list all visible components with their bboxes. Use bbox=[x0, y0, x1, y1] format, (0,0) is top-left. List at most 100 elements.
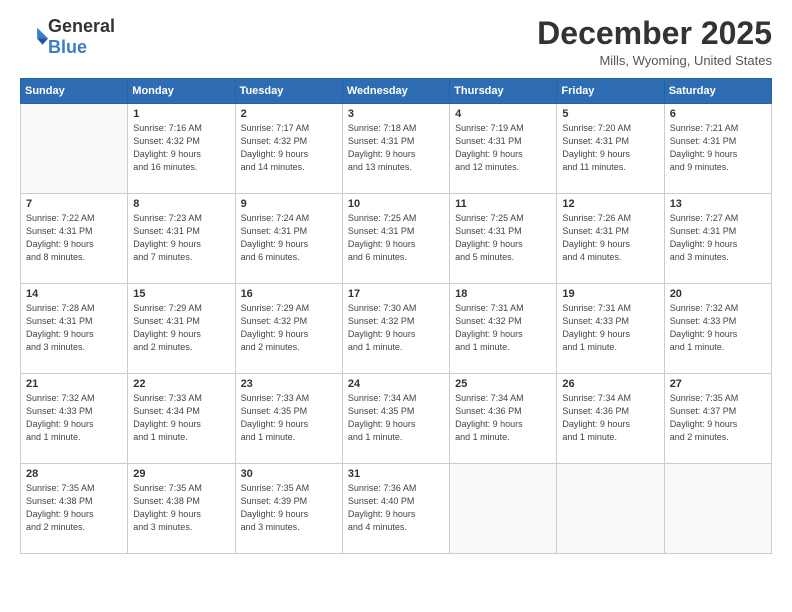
day-info: Sunrise: 7:16 AM Sunset: 4:32 PM Dayligh… bbox=[133, 122, 229, 174]
calendar-cell: 4 Sunrise: 7:19 AM Sunset: 4:31 PM Daylig… bbox=[450, 104, 557, 194]
calendar-cell: 22Sunrise: 7:33 AM Sunset: 4:34 PM Dayli… bbox=[128, 374, 235, 464]
calendar-cell: 25Sunrise: 7:34 AM Sunset: 4:36 PM Dayli… bbox=[450, 374, 557, 464]
calendar-cell: 20Sunrise: 7:32 AM Sunset: 4:33 PM Dayli… bbox=[664, 284, 771, 374]
calendar-cell: 26 Sunrise: 7:34 AM Sunset: 4:36 PM Dayli… bbox=[557, 374, 664, 464]
day-number: 2 bbox=[241, 108, 337, 120]
calendar-cell bbox=[664, 464, 771, 554]
calendar-cell: 27Sunrise: 7:35 AM Sunset: 4:37 PM Dayli… bbox=[664, 374, 771, 464]
header-friday: Friday bbox=[557, 79, 664, 104]
day-number: 25 bbox=[455, 378, 551, 390]
day-number: 4 bbox=[455, 108, 551, 120]
day-number: 30 bbox=[241, 468, 337, 480]
day-number: 20 bbox=[670, 288, 766, 300]
calendar-cell: 30 Sunrise: 7:35 AM Sunset: 4:39 PM Dayli… bbox=[235, 464, 342, 554]
calendar-cell: 18Sunrise: 7:31 AM Sunset: 4:32 PM Dayli… bbox=[450, 284, 557, 374]
day-info: Sunrise: 7:25 AM Sunset: 4:31 PM Dayligh… bbox=[455, 212, 551, 264]
calendar-cell: 21 Sunrise: 7:32 AM Sunset: 4:33 PM Dayli… bbox=[21, 374, 128, 464]
calendar-cell: 31 Sunrise: 7:36 AM Sunset: 4:40 PM Dayli… bbox=[342, 464, 449, 554]
day-info: Sunrise: 7:23 AM Sunset: 4:31 PM Dayligh… bbox=[133, 212, 229, 264]
day-number: 26 bbox=[562, 378, 658, 390]
day-info: Sunrise: 7:31 AM Sunset: 4:33 PM Dayligh… bbox=[562, 302, 658, 354]
logo-icon bbox=[20, 23, 48, 51]
day-number: 12 bbox=[562, 198, 658, 210]
calendar-cell: 2 Sunrise: 7:17 AM Sunset: 4:32 PM Daylig… bbox=[235, 104, 342, 194]
day-info: Sunrise: 7:28 AM Sunset: 4:31 PM Dayligh… bbox=[26, 302, 122, 354]
day-info: Sunrise: 7:34 AM Sunset: 4:35 PM Dayligh… bbox=[348, 392, 444, 444]
header-sunday: Sunday bbox=[21, 79, 128, 104]
weekday-header-row: Sunday Monday Tuesday Wednesday Thursday… bbox=[21, 79, 772, 104]
day-info: Sunrise: 7:27 AM Sunset: 4:31 PM Dayligh… bbox=[670, 212, 766, 264]
day-info: Sunrise: 7:29 AM Sunset: 4:32 PM Dayligh… bbox=[241, 302, 337, 354]
calendar-cell bbox=[21, 104, 128, 194]
calendar-cell bbox=[450, 464, 557, 554]
calendar-cell: 1 Sunrise: 7:16 AM Sunset: 4:32 PM Daylig… bbox=[128, 104, 235, 194]
day-number: 21 bbox=[26, 378, 122, 390]
day-info: Sunrise: 7:21 AM Sunset: 4:31 PM Dayligh… bbox=[670, 122, 766, 174]
day-info: Sunrise: 7:32 AM Sunset: 4:33 PM Dayligh… bbox=[26, 392, 122, 444]
calendar-cell: 28Sunrise: 7:35 AM Sunset: 4:38 PM Dayli… bbox=[21, 464, 128, 554]
day-number: 3 bbox=[348, 108, 444, 120]
day-number: 1 bbox=[133, 108, 229, 120]
calendar-cell: 15Sunrise: 7:29 AM Sunset: 4:31 PM Dayli… bbox=[128, 284, 235, 374]
day-info: Sunrise: 7:34 AM Sunset: 4:36 PM Dayligh… bbox=[562, 392, 658, 444]
day-number: 11 bbox=[455, 198, 551, 210]
calendar-cell: 16Sunrise: 7:29 AM Sunset: 4:32 PM Dayli… bbox=[235, 284, 342, 374]
day-info: Sunrise: 7:36 AM Sunset: 4:40 PM Dayligh… bbox=[348, 482, 444, 534]
day-info: Sunrise: 7:19 AM Sunset: 4:31 PM Dayligh… bbox=[455, 122, 551, 174]
header-wednesday: Wednesday bbox=[342, 79, 449, 104]
calendar-cell: 24 Sunrise: 7:34 AM Sunset: 4:35 PM Dayli… bbox=[342, 374, 449, 464]
day-info: Sunrise: 7:30 AM Sunset: 4:32 PM Dayligh… bbox=[348, 302, 444, 354]
day-number: 13 bbox=[670, 198, 766, 210]
calendar-cell: 7 Sunrise: 7:22 AM Sunset: 4:31 PM Daylig… bbox=[21, 194, 128, 284]
day-number: 6 bbox=[670, 108, 766, 120]
header-thursday: Thursday bbox=[450, 79, 557, 104]
header-monday: Monday bbox=[128, 79, 235, 104]
calendar-week-4: 21 Sunrise: 7:32 AM Sunset: 4:33 PM Dayli… bbox=[21, 374, 772, 464]
location: Mills, Wyoming, United States bbox=[537, 53, 772, 68]
day-info: Sunrise: 7:18 AM Sunset: 4:31 PM Dayligh… bbox=[348, 122, 444, 174]
month-title: December 2025 bbox=[537, 16, 772, 51]
calendar-cell: 8 Sunrise: 7:23 AM Sunset: 4:31 PM Daylig… bbox=[128, 194, 235, 284]
calendar-cell: 9 Sunrise: 7:24 AM Sunset: 4:31 PM Daylig… bbox=[235, 194, 342, 284]
calendar-week-1: 1 Sunrise: 7:16 AM Sunset: 4:32 PM Daylig… bbox=[21, 104, 772, 194]
calendar-cell: 29Sunrise: 7:35 AM Sunset: 4:38 PM Dayli… bbox=[128, 464, 235, 554]
day-info: Sunrise: 7:25 AM Sunset: 4:31 PM Dayligh… bbox=[348, 212, 444, 264]
calendar-cell: 13 Sunrise: 7:27 AM Sunset: 4:31 PM Dayli… bbox=[664, 194, 771, 284]
calendar-cell: 10 Sunrise: 7:25 AM Sunset: 4:31 PM Dayli… bbox=[342, 194, 449, 284]
day-number: 10 bbox=[348, 198, 444, 210]
day-number: 15 bbox=[133, 288, 229, 300]
calendar-week-2: 7 Sunrise: 7:22 AM Sunset: 4:31 PM Daylig… bbox=[21, 194, 772, 284]
day-info: Sunrise: 7:17 AM Sunset: 4:32 PM Dayligh… bbox=[241, 122, 337, 174]
calendar-cell: 5 Sunrise: 7:20 AM Sunset: 4:31 PM Daylig… bbox=[557, 104, 664, 194]
header-tuesday: Tuesday bbox=[235, 79, 342, 104]
logo-general: General bbox=[48, 16, 115, 36]
day-number: 31 bbox=[348, 468, 444, 480]
day-number: 7 bbox=[26, 198, 122, 210]
title-area: December 2025 Mills, Wyoming, United Sta… bbox=[537, 16, 772, 68]
day-info: Sunrise: 7:33 AM Sunset: 4:35 PM Dayligh… bbox=[241, 392, 337, 444]
day-number: 23 bbox=[241, 378, 337, 390]
calendar-cell: 14 Sunrise: 7:28 AM Sunset: 4:31 PM Dayli… bbox=[21, 284, 128, 374]
day-info: Sunrise: 7:31 AM Sunset: 4:32 PM Dayligh… bbox=[455, 302, 551, 354]
calendar-week-5: 28Sunrise: 7:35 AM Sunset: 4:38 PM Dayli… bbox=[21, 464, 772, 554]
day-number: 8 bbox=[133, 198, 229, 210]
calendar-cell: 19 Sunrise: 7:31 AM Sunset: 4:33 PM Dayli… bbox=[557, 284, 664, 374]
calendar-cell bbox=[557, 464, 664, 554]
calendar-cell: 12Sunrise: 7:26 AM Sunset: 4:31 PM Dayli… bbox=[557, 194, 664, 284]
day-info: Sunrise: 7:35 AM Sunset: 4:38 PM Dayligh… bbox=[133, 482, 229, 534]
day-number: 5 bbox=[562, 108, 658, 120]
page-header: General Blue December 2025 Mills, Wyomin… bbox=[20, 16, 772, 68]
calendar-cell: 23 Sunrise: 7:33 AM Sunset: 4:35 PM Dayli… bbox=[235, 374, 342, 464]
day-number: 14 bbox=[26, 288, 122, 300]
day-info: Sunrise: 7:33 AM Sunset: 4:34 PM Dayligh… bbox=[133, 392, 229, 444]
day-info: Sunrise: 7:24 AM Sunset: 4:31 PM Dayligh… bbox=[241, 212, 337, 264]
day-info: Sunrise: 7:35 AM Sunset: 4:39 PM Dayligh… bbox=[241, 482, 337, 534]
day-number: 19 bbox=[562, 288, 658, 300]
day-info: Sunrise: 7:22 AM Sunset: 4:31 PM Dayligh… bbox=[26, 212, 122, 264]
day-info: Sunrise: 7:20 AM Sunset: 4:31 PM Dayligh… bbox=[562, 122, 658, 174]
day-number: 27 bbox=[670, 378, 766, 390]
calendar-cell: 3 Sunrise: 7:18 AM Sunset: 4:31 PM Daylig… bbox=[342, 104, 449, 194]
day-number: 24 bbox=[348, 378, 444, 390]
day-number: 9 bbox=[241, 198, 337, 210]
calendar-cell: 6 Sunrise: 7:21 AM Sunset: 4:31 PM Daylig… bbox=[664, 104, 771, 194]
